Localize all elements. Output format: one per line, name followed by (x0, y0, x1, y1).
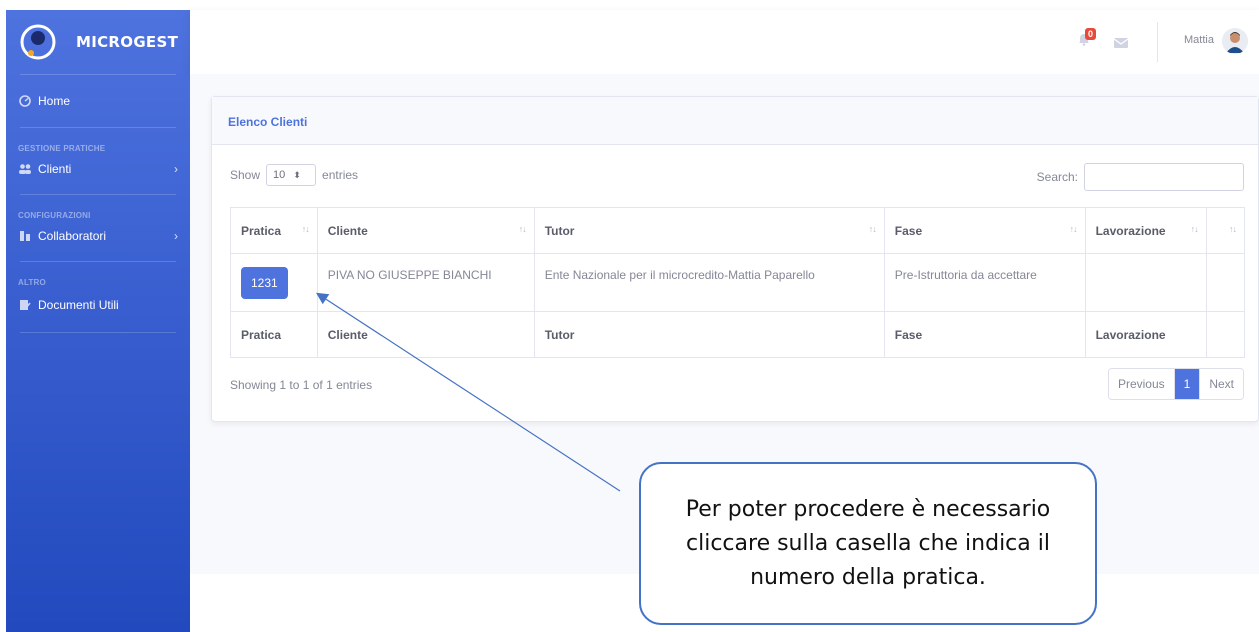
notifications-badge: 0 (1085, 28, 1097, 40)
column-header-tutor[interactable]: Tutor ↑↓ (533, 207, 885, 254)
building-icon (18, 230, 32, 242)
card-title: Elenco Clienti (228, 115, 308, 129)
page-button-current[interactable]: 1 (1173, 369, 1200, 399)
sidebar-item-label: Collaboratori (38, 229, 107, 243)
sidebar-heading-configurazioni: CONFIGURAZIONI (18, 211, 91, 220)
column-header-cliente[interactable]: Cliente ↑↓ (316, 207, 535, 254)
sidebar-item-label: Clienti (38, 162, 72, 176)
card-header: Elenco Clienti (212, 97, 1258, 145)
sort-icon: ↑↓ (1190, 224, 1199, 234)
topbar-divider (1157, 22, 1158, 62)
chevron-right-icon: › (174, 229, 178, 243)
page-length-select[interactable]: 10 ⬍ (266, 164, 317, 186)
users-icon (18, 163, 32, 175)
brand[interactable]: MICROGEST (6, 10, 190, 74)
column-header-extra[interactable]: ↑↓ (1205, 207, 1246, 254)
sort-updown-icon: ⬍ (293, 169, 301, 180)
cell-lavorazione (1084, 253, 1207, 312)
cell-fase: Pre-Istruttoria da accettare (883, 253, 1086, 312)
sidebar-heading-gestione: GESTIONE PRATICHE (18, 144, 106, 153)
cell-cliente: PIVA NO GIUSEPPE BIANCHI (316, 253, 535, 312)
table-header-row: Pratica ↑↓ Cliente ↑↓ Tutor ↑↓ Fase ↑↓ Lavor… (230, 207, 1246, 254)
sidebar-item-label: Home (38, 94, 71, 108)
sort-icon: ↑↓ (868, 224, 877, 234)
cell-tutor: Ente Nazionale per il microcredito-Matti… (533, 253, 885, 312)
dashboard-icon (18, 95, 32, 107)
sort-icon: ↑↓ (1069, 224, 1078, 234)
user-name[interactable]: Mattia (1184, 34, 1214, 46)
sort-icon: ↑↓ (301, 224, 310, 234)
callout-text: Per poter procedere è necessario cliccar… (685, 496, 1051, 590)
search-control: Search: (1037, 163, 1244, 191)
footer-lavorazione: Lavorazione (1084, 311, 1207, 358)
footer-pratica: Pratica (230, 311, 318, 358)
column-header-lavorazione[interactable]: Lavorazione ↑↓ (1084, 207, 1207, 254)
chevron-right-icon: › (174, 162, 178, 176)
column-header-pratica[interactable]: Pratica ↑↓ (230, 207, 318, 254)
footer-tutor: Tutor (533, 311, 885, 358)
sidebar-item-clienti[interactable]: Clienti › (6, 154, 190, 184)
sort-icon: ↑↓ (518, 224, 527, 234)
envelope-icon[interactable] (1113, 35, 1129, 48)
cell-extra (1205, 253, 1246, 312)
sidebar-item-collaboratori[interactable]: Collaboratori › (6, 221, 190, 251)
pagination: Previous 1 Next (1107, 368, 1244, 400)
sort-icon: ↑↓ (1229, 224, 1237, 234)
sidebar-item-documenti-utili[interactable]: Documenti Utili (6, 288, 190, 322)
entries-label: entries (322, 168, 359, 182)
column-header-fase[interactable]: Fase ↑↓ (883, 207, 1086, 254)
sidebar-divider (20, 332, 176, 333)
table-info: Showing 1 to 1 of 1 entries (230, 378, 373, 392)
sidebar: MICROGEST Home GESTIONE PRATICHE Clienti… (6, 10, 190, 632)
previous-button[interactable]: Previous (1108, 369, 1174, 399)
topbar: 0 Mattia (190, 10, 1259, 74)
clients-card: Elenco Clienti Show 10 ⬍ entries Search:… (211, 96, 1259, 422)
footer-extra (1205, 311, 1246, 358)
show-label: Show (230, 168, 261, 182)
sidebar-item-home[interactable]: Home (6, 75, 190, 127)
sidebar-heading-altro: ALTRO (18, 278, 46, 287)
instruction-callout: Per poter procedere è necessario cliccar… (639, 462, 1097, 625)
microgest-logo (20, 24, 56, 60)
page-length-value: 10 (273, 169, 286, 181)
page-length-control: Show 10 ⬍ entries (230, 164, 358, 186)
table-row: 1231 PIVA NO GIUSEPPE BIANCHI Ente Nazio… (230, 253, 1246, 312)
app-name: MICROGEST (76, 33, 179, 51)
search-label: Search: (1036, 170, 1078, 184)
pratica-button[interactable]: 1231 (241, 266, 288, 299)
search-input[interactable] (1084, 163, 1244, 191)
next-button[interactable]: Next (1199, 369, 1243, 399)
document-icon (18, 299, 32, 311)
sidebar-item-label: Documenti Utili (38, 298, 119, 312)
footer-cliente: Cliente (316, 311, 535, 358)
clients-table: Pratica ↑↓ Cliente ↑↓ Tutor ↑↓ Fase ↑↓ Lavor… (230, 207, 1246, 358)
avatar[interactable] (1222, 28, 1248, 54)
table-footer-row: Pratica Cliente Tutor Fase Lavorazione (230, 311, 1246, 358)
cell-pratica: 1231 (230, 253, 318, 312)
footer-fase: Fase (883, 311, 1086, 358)
